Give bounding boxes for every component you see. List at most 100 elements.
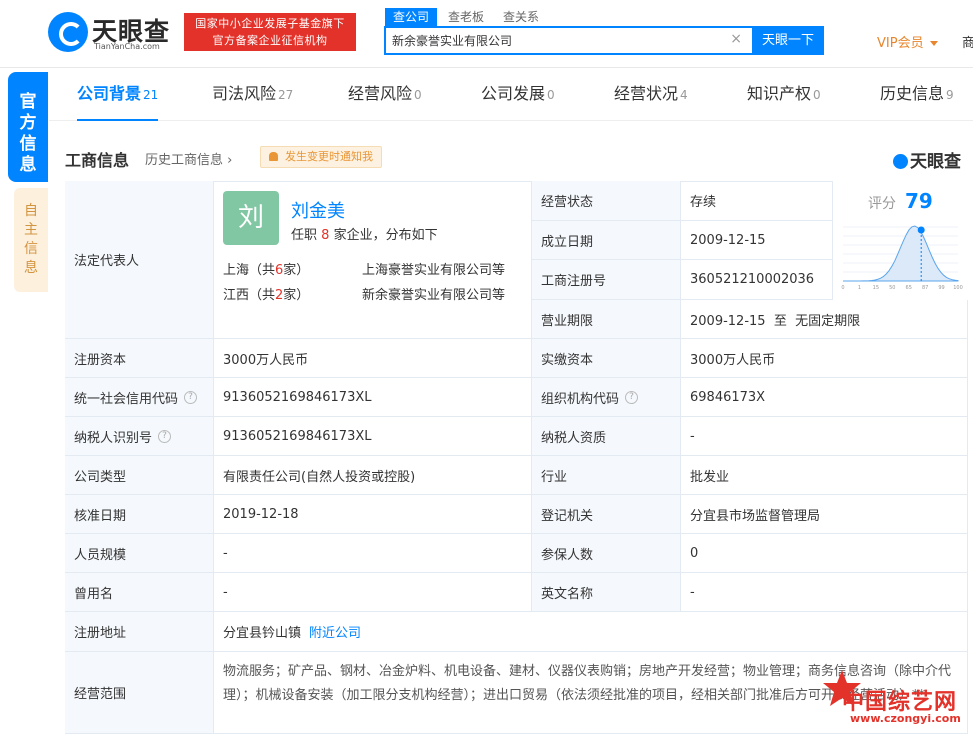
tab-count: 0 [813,88,821,102]
established-label: 成立日期 [532,221,681,260]
credit-code-label: 统一社会信用代码? [65,378,214,417]
eye-logo-icon [893,154,908,169]
tab-label: 知识产权 [747,84,812,103]
address-value: 分宜县钤山镇 [223,626,302,641]
region-jiangxi[interactable]: 江西（共2家） [223,284,309,303]
search-tab-relation[interactable]: 查关系 [495,8,547,26]
side-tab-self[interactable]: 自主信息 [14,188,48,292]
tab-legal-risk[interactable]: 司法风险 27 [212,71,293,119]
tab-label: 历史信息 [880,84,945,103]
tab-history[interactable]: 历史信息 9 [880,71,954,119]
bell-icon [269,152,278,161]
nearby-companies-link[interactable]: 附近公司 [309,622,361,641]
tab-label: 经营风险 [348,84,413,103]
tab-ip[interactable]: 知识产权 0 [747,71,821,119]
tab-count: 0 [414,88,422,102]
search-tab-company[interactable]: 查公司 [385,8,438,26]
official-badge: 国家中小企业发展子基金旗下 官方备案企业征信机构 [184,13,356,51]
help-icon[interactable]: ? [184,390,198,404]
region-company-shanghai[interactable]: 上海豪誉实业有限公司等 [362,259,505,278]
score-axis-tick: 65 [906,285,912,291]
clear-icon[interactable]: × [730,31,742,47]
score-distribution-chart: 0 1 15 50 65 87 99 100 [841,225,963,291]
history-link-label: 历史工商信息 [145,153,224,168]
region-shanghai[interactable]: 上海（共6家） [223,259,309,278]
org-code-label: 组织机构代码? [532,378,681,417]
vip-label: VIP会员 [877,36,924,51]
insured-value: 0 [681,534,968,573]
region-company-jiangxi[interactable]: 新余豪誉实业有限公司等 [362,284,505,303]
score-axis-tick: 15 [873,285,879,291]
region-label: 上海（共 [223,263,276,278]
insured-label: 参保人数 [532,534,681,573]
notify-button[interactable]: 发生变更时通知我 [260,146,382,168]
header-edge-text[interactable]: 商 [962,32,973,51]
approve-date-value: 2019-12-18 [214,495,532,534]
tab-company-background[interactable]: 公司背景 21 [77,71,159,121]
tab-count: 9 [946,88,954,102]
industry-label: 行业 [532,456,681,495]
summary-prefix: 任职 [291,228,318,243]
credit-code-label-text: 统一社会信用代码 [74,391,179,407]
scope-label: 经营范围 [65,652,214,734]
tab-count: 27 [278,88,294,102]
help-icon[interactable]: ? [625,390,639,404]
regno-label: 工商注册号 [532,260,681,300]
term-value: 2009-12-15 至 无固定期限 [681,300,968,339]
score-axis-tick: 0 [841,285,844,291]
side-tab-official[interactable]: 官方信息 [8,72,48,182]
tab-count: 21 [143,88,159,102]
status-label: 经营状态 [532,181,681,221]
watermark-url: www.czongyi.com [850,712,961,725]
top-header: 天眼查 TianYanCha.com 国家中小企业发展子基金旗下 官方备案企业征… [0,0,973,68]
authority-value: 分宜县市场监督管理局 [681,495,968,534]
tab-operating-status[interactable]: 经营状况 4 [614,71,688,119]
org-code-label-text: 组织机构代码 [541,391,620,407]
search-input[interactable] [392,28,722,53]
legal-rep-block: 刘 刘金美 任职 8 家企业，分布如下 上海（共6家） 上海豪誉实业有限公司等 … [214,181,532,339]
site-logo[interactable]: 天眼查 TianYanCha.com [48,12,173,52]
former-name-value: - [214,573,532,612]
taxpayer-qual-label: 纳税人资质 [532,417,681,456]
english-name-value: - [681,573,968,612]
side-tab-official-label: 官方信息 [19,92,37,175]
search-button[interactable]: 天眼一下 [752,26,824,55]
industry-value: 批发业 [681,456,968,495]
region-end: 家） [283,263,310,278]
section-title: 工商信息 [65,151,130,170]
score-widget[interactable]: 评分 79 0 1 15 50 65 87 99 100 [833,181,968,300]
legal-rep-summary: 任职 8 家企业，分布如下 [291,224,438,243]
tab-operating-risk[interactable]: 经营风险 0 [348,71,422,119]
category-tabs: 公司背景 21 司法风险 27 经营风险 0 公司发展 0 经营状况 4 知识产权 0 历史… [49,71,973,121]
staff-size-label: 人员规模 [65,534,214,573]
taxpayer-id-label: 纳税人识别号? [65,417,214,456]
taxpayer-id-label-text: 纳税人识别号 [74,430,153,446]
star-icon [823,670,861,706]
former-name-label: 曾用名 [65,573,214,612]
legal-rep-name[interactable]: 刘金美 [291,197,345,223]
search-tab-boss[interactable]: 查老板 [440,8,492,26]
history-link[interactable]: 历史工商信息 › [145,149,232,168]
search-box: × [384,26,752,55]
score-axis-tick: 50 [889,285,895,291]
tab-company-development[interactable]: 公司发展 0 [481,71,555,119]
company-type-label: 公司类型 [65,456,214,495]
authority-label: 登记机关 [532,495,681,534]
english-name-label: 英文名称 [532,573,681,612]
help-icon[interactable]: ? [158,429,172,443]
status-value: 存续 [681,181,833,221]
brand-watermark: 天眼查 [893,147,961,172]
score-axis-tick: 99 [938,285,944,291]
capital-value: 3000万人民币 [214,339,532,378]
company-type-value: 有限责任公司(自然人投资或控股) [214,456,532,495]
vip-menu[interactable]: VIP会员 [877,32,938,51]
badge-line-2: 官方备案企业征信机构 [212,34,328,47]
summary-suffix: 家企业，分布如下 [333,228,438,243]
address-cell: 分宜县钤山镇 附近公司 [214,612,968,652]
side-tab-self-label: 自主信息 [24,203,38,276]
tab-label: 公司发展 [481,84,546,103]
paid-capital-value: 3000万人民币 [681,339,968,378]
avatar[interactable]: 刘 [223,191,279,245]
score-axis: 0 1 15 50 65 87 99 100 [841,285,962,291]
legal-rep-label: 法定代表人 [65,181,214,339]
